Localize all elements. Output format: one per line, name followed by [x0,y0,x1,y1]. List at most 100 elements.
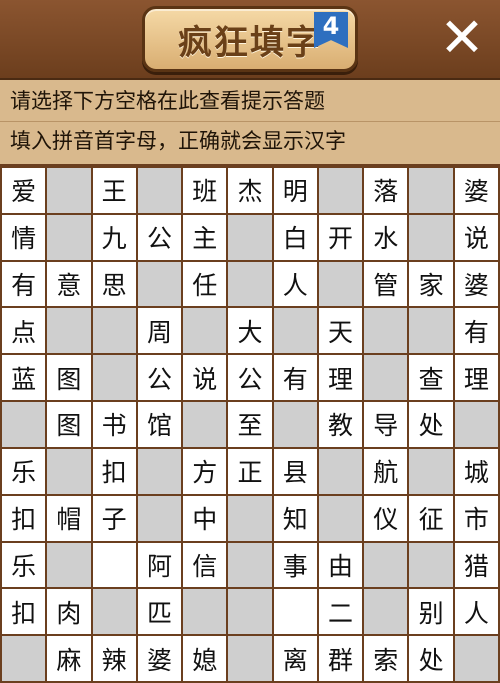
grid-blank [409,448,453,494]
grid-cell[interactable]: 乐 [2,542,46,588]
grid-cell[interactable]: 天 [318,308,363,354]
grid-cell[interactable]: 征 [409,495,453,541]
grid-cell[interactable]: 中 [183,495,227,541]
grid-cell[interactable]: 人 [273,261,317,307]
grid-cell[interactable]: 婆 [454,261,498,307]
grid-cell[interactable]: 航 [364,448,408,494]
grid-cell[interactable]: 书 [92,402,136,447]
grid-blank [47,214,91,260]
grid-cell[interactable]: 白 [273,214,317,260]
grid-cell[interactable]: 信 [183,542,227,588]
grid-blank [92,355,136,401]
grid-cell[interactable]: 群 [318,636,363,681]
grid-cell[interactable]: 管 [364,261,408,307]
grid-cell[interactable]: 肉 [47,589,91,635]
grid-cell[interactable]: 点 [2,308,46,354]
close-button[interactable]: ✕ [436,11,488,65]
grid-cell[interactable]: 图 [47,402,91,447]
grid-blank [318,261,363,307]
grid-blank [454,636,498,681]
grid-cell[interactable]: 人 [454,589,498,635]
grid-cell[interactable]: 公 [137,214,182,260]
grid-cell[interactable]: 九 [92,214,136,260]
grid-blank [183,402,227,447]
grid-cell[interactable]: 匹 [137,589,182,635]
grid-cell[interactable]: 王 [92,168,136,213]
grid-cell[interactable]: 猎 [454,542,498,588]
grid-cell[interactable]: 知 [273,495,317,541]
grid-cell[interactable]: 大 [228,308,272,354]
grid-cell[interactable]: 别 [409,589,453,635]
grid-cell[interactable]: 意 [47,261,91,307]
grid-cell[interactable]: 至 [228,402,272,447]
grid-blank [409,214,453,260]
grid-cell[interactable]: 理 [454,355,498,401]
grid-cell[interactable]: 有 [2,261,46,307]
grid-cell[interactable] [92,542,136,588]
grid-cell[interactable]: 说 [454,214,498,260]
grid-cell[interactable]: 导 [364,402,408,447]
grid-cell[interactable]: 正 [228,448,272,494]
grid-cell[interactable]: 离 [273,636,317,681]
grid-cell[interactable]: 思 [92,261,136,307]
grid-cell[interactable]: 任 [183,261,227,307]
grid-cell[interactable]: 麻 [47,636,91,681]
grid-blank [47,542,91,588]
grid-blank [409,168,453,213]
grid-blank [228,589,272,635]
grid-blank [2,402,46,447]
grid-cell[interactable]: 查 [409,355,453,401]
grid-cell[interactable]: 说 [183,355,227,401]
grid-cell[interactable]: 杰 [228,168,272,213]
grid-cell[interactable]: 扣 [2,589,46,635]
grid-cell[interactable]: 图 [47,355,91,401]
grid-cell[interactable]: 有 [273,355,317,401]
grid-cell[interactable]: 处 [409,636,453,681]
grid-cell[interactable]: 帽 [47,495,91,541]
grid-cell[interactable]: 仪 [364,495,408,541]
grid-cell[interactable]: 二 [318,589,363,635]
grid-cell[interactable]: 馆 [137,402,182,447]
grid-blank [137,448,182,494]
grid-cell[interactable]: 周 [137,308,182,354]
grid-cell[interactable]: 婆 [137,636,182,681]
grid-cell[interactable]: 子 [92,495,136,541]
grid-cell[interactable]: 处 [409,402,453,447]
grid-cell[interactable]: 蓝 [2,355,46,401]
grid-cell[interactable]: 理 [318,355,363,401]
grid-cell[interactable]: 城 [454,448,498,494]
grid-blank [364,542,408,588]
grid-cell[interactable]: 婆 [454,168,498,213]
grid-cell[interactable]: 方 [183,448,227,494]
grid-cell[interactable]: 由 [318,542,363,588]
grid-cell[interactable] [273,589,317,635]
grid-cell[interactable]: 县 [273,448,317,494]
grid-cell[interactable]: 乐 [2,448,46,494]
grid-cell[interactable]: 家 [409,261,453,307]
grid-cell[interactable]: 明 [273,168,317,213]
close-icon[interactable]: ✕ [439,11,484,65]
grid-cell[interactable]: 阿 [137,542,182,588]
grid-cell[interactable]: 扣 [2,495,46,541]
grid-cell[interactable]: 事 [273,542,317,588]
grid-cell[interactable]: 扣 [92,448,136,494]
grid-cell[interactable]: 公 [137,355,182,401]
grid-cell[interactable]: 有 [454,308,498,354]
grid-cell[interactable]: 开 [318,214,363,260]
grid-cell[interactable]: 市 [454,495,498,541]
grid-cell[interactable]: 水 [364,214,408,260]
grid-blank [409,542,453,588]
grid-blank [364,355,408,401]
hint-text-line-1: 请选择下方空格在此查看提示答题 [10,89,325,113]
grid-cell[interactable]: 教 [318,402,363,447]
grid-cell[interactable]: 落 [364,168,408,213]
grid-cell[interactable]: 爱 [2,168,46,213]
grid-cell[interactable]: 辣 [92,636,136,681]
grid-cell[interactable]: 媳 [183,636,227,681]
grid-cell[interactable]: 情 [2,214,46,260]
grid-cell[interactable]: 公 [228,355,272,401]
grid-blank [318,168,363,213]
grid-cell[interactable]: 班 [183,168,227,213]
grid-cell[interactable]: 索 [364,636,408,681]
grid-cell[interactable]: 主 [183,214,227,260]
